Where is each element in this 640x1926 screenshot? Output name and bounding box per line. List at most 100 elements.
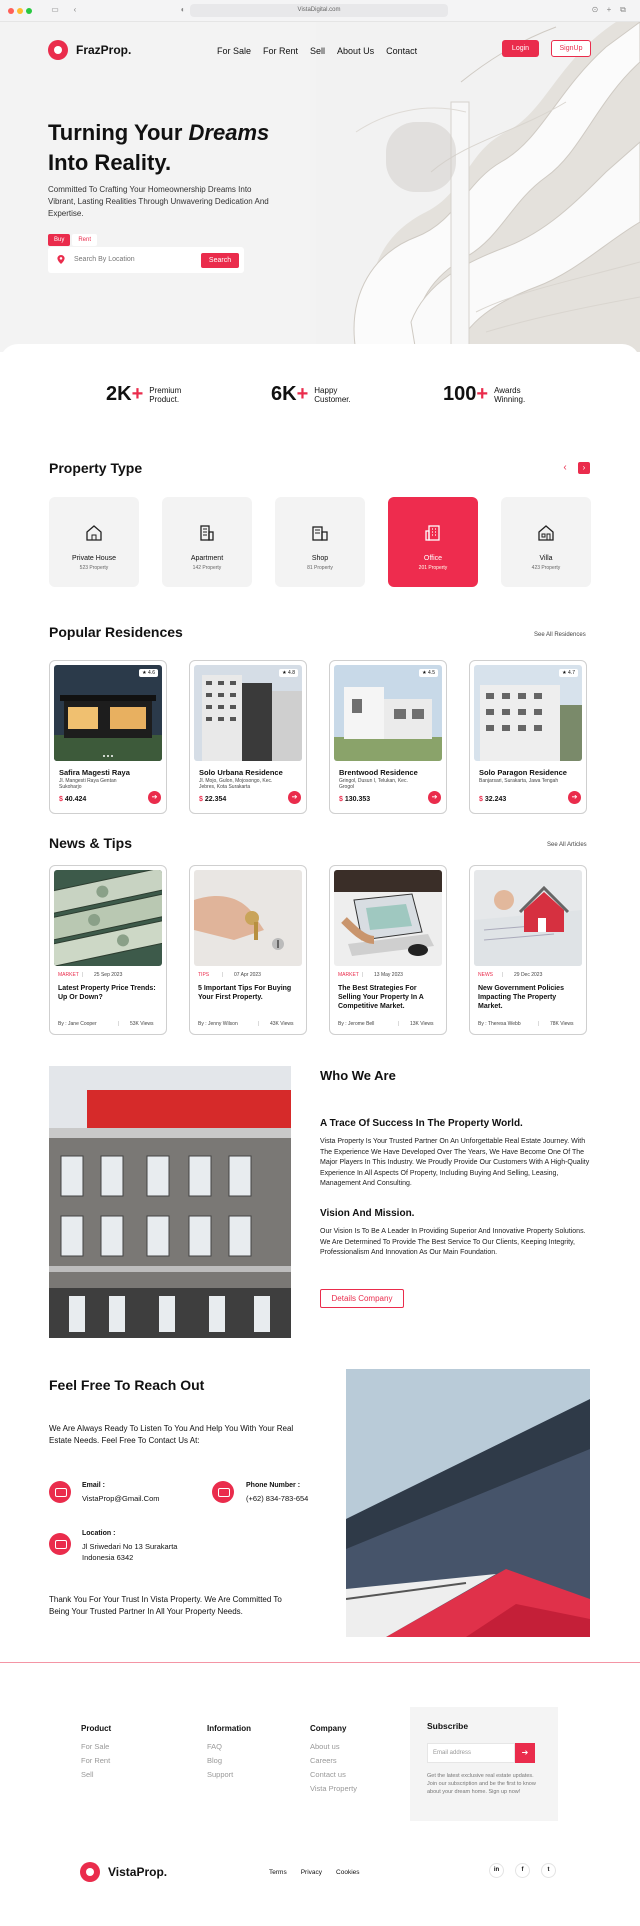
arrow-right-icon[interactable]: ➔	[568, 791, 581, 804]
footer-link[interactable]: Contact us	[310, 1770, 346, 1779]
subscribe-box: Subscribe Email address ➔ Get the latest…	[410, 1707, 558, 1821]
tab-buy[interactable]: Buy	[48, 234, 71, 246]
footer-link[interactable]: Sell	[81, 1770, 94, 1779]
brand-name: FrazProp.	[76, 43, 132, 57]
nav-sell[interactable]: Sell	[310, 46, 325, 56]
footer-link[interactable]: For Sale	[81, 1742, 109, 1751]
footer-link[interactable]: Support	[207, 1770, 233, 1779]
shop-icon	[312, 526, 328, 541]
new-tab-icon[interactable]: +	[604, 5, 614, 15]
phone-label: Phone Number :	[246, 1482, 301, 1489]
hero-building-image	[316, 22, 640, 352]
download-icon[interactable]: ⊙	[590, 5, 600, 15]
see-all-residences-link[interactable]: See All Residences	[534, 632, 586, 638]
property-type-office[interactable]: Office 201 Property	[388, 497, 478, 587]
facebook-icon[interactable]: f	[515, 1863, 530, 1878]
residence-address: Jl. Mangesti Raya Gentan Sukoharjo	[59, 778, 117, 790]
property-type-count: 523 Property	[79, 565, 109, 571]
linkedin-icon[interactable]: in	[489, 1863, 504, 1878]
subscribe-email-input[interactable]: Email address	[427, 1743, 515, 1763]
residence-card[interactable]: ★ 4.6 Safira Magesti Raya Jl. Mangesti R…	[49, 660, 167, 814]
news-card[interactable]: NEWS | 29 Dec 2023 New Government Polici…	[469, 865, 587, 1035]
property-type-count: 201 Property	[418, 565, 448, 571]
subscribe-note: Get the latest exclusive real estate upd…	[427, 1773, 536, 1795]
house-icon	[86, 525, 102, 541]
contact-building-image	[346, 1369, 590, 1637]
terms-link[interactable]: Terms	[269, 1869, 287, 1876]
privacy-link[interactable]: Privacy	[301, 1869, 322, 1876]
property-type-apartment[interactable]: Apartment 142 Property	[162, 497, 252, 587]
news-card[interactable]: MARKET | 13 May 2023 The Best Strategies…	[329, 865, 447, 1035]
nav-contact[interactable]: Contact	[386, 46, 417, 56]
footer-product-title: Product	[81, 1724, 112, 1733]
news-card[interactable]: MARKET | 25 Sep 2023 Latest Property Pri…	[49, 865, 167, 1035]
news-tips-title: News & Tips	[49, 835, 132, 851]
residence-name: Safira Magesti Raya	[59, 768, 130, 777]
residence-address: Banjarsari, Surakarta, Jawa Tengah	[479, 778, 559, 784]
property-type-private-house[interactable]: Private House 523 Property	[49, 497, 139, 587]
tab-rent[interactable]: Rent	[72, 234, 98, 246]
residence-card[interactable]: ★ 4.7 Solo Paragon Residence Banjarsari,…	[469, 660, 587, 814]
back-icon[interactable]: ‹	[70, 5, 80, 15]
residence-card[interactable]: ★ 4.8 Solo Urbana Residence Jl. Mojo, Gu…	[189, 660, 307, 814]
login-button[interactable]: Login	[502, 40, 539, 57]
twitter-icon[interactable]: t	[541, 1863, 556, 1878]
tabs-overview-icon[interactable]: ⧉	[618, 5, 628, 15]
arrow-right-icon[interactable]: ➔	[148, 791, 161, 804]
subscribe-arrow-icon[interactable]: ➔	[515, 1743, 535, 1763]
stat-label: Happy Customer.	[314, 385, 351, 404]
sidebar-icon[interactable]: ▭	[50, 5, 60, 15]
content-sheet	[0, 344, 640, 364]
phone-icon	[212, 1481, 234, 1503]
news-card[interactable]: TIPS | 07 Apr 2023 5 Important Tips For …	[189, 865, 307, 1035]
nav-about-us[interactable]: About Us	[337, 46, 374, 56]
property-type-villa[interactable]: Villa 423 Property	[501, 497, 591, 587]
search-button[interactable]: Search	[201, 253, 239, 268]
signup-button[interactable]: SignUp	[551, 40, 591, 57]
location-label: Location :	[82, 1530, 116, 1537]
arrow-right-icon[interactable]: ➔	[288, 791, 301, 804]
address-bar[interactable]: VistaDigital.com	[190, 4, 448, 17]
footer-link[interactable]: About us	[310, 1742, 340, 1751]
nav-for-rent[interactable]: For Rent	[263, 46, 298, 56]
property-type-shop[interactable]: Shop 81 Property	[275, 497, 365, 587]
news-photo	[334, 870, 442, 966]
news-views: 13K Views	[410, 1021, 434, 1027]
residence-card[interactable]: ★ 4.5 Brentwood Residence Gringol, Dusun…	[329, 660, 447, 814]
maximize-window-dot[interactable]	[26, 8, 32, 14]
minimize-window-dot[interactable]	[17, 8, 23, 14]
arrow-right-icon[interactable]: ➔	[428, 791, 441, 804]
separator: |	[398, 1021, 400, 1027]
property-type-title: Property Type	[49, 460, 143, 476]
main-nav: For Sale For Rent Sell About Us Contact	[217, 46, 417, 56]
listing-tabs: Buy Rent	[48, 234, 98, 246]
footer-link[interactable]: For Rent	[81, 1756, 110, 1765]
footer-link[interactable]: FAQ	[207, 1742, 222, 1751]
residence-photo	[474, 665, 582, 761]
phone-value[interactable]: (+62) 834-783-654	[246, 1493, 308, 1504]
residence-price: $ 130.353	[339, 796, 371, 803]
cookies-link[interactable]: Cookies	[336, 1869, 359, 1876]
details-company-button[interactable]: Details Company	[320, 1289, 404, 1308]
email-value[interactable]: VistaProp@Gmail.Com	[82, 1493, 160, 1504]
legal-links: Terms Privacy Cookies	[269, 1869, 360, 1876]
footer-link[interactable]: Vista Property	[310, 1784, 357, 1793]
rating-badge: ★ 4.6	[139, 669, 158, 677]
footer-divider	[0, 1662, 640, 1663]
property-type-name: Shop	[311, 555, 329, 562]
nav-for-sale[interactable]: For Sale	[217, 46, 251, 56]
prev-arrow-icon[interactable]: ‹	[559, 462, 571, 474]
footer-link[interactable]: Blog	[207, 1756, 222, 1765]
browser-toolbar: ▭ ‹ ◐ VistaDigital.com ⊙ + ⧉	[0, 0, 640, 22]
close-window-dot[interactable]	[8, 8, 14, 14]
hero-title-line2: Into Reality.	[48, 150, 172, 175]
next-arrow-icon[interactable]: ›	[578, 462, 590, 474]
news-author: By : Jane Cooper	[58, 1021, 97, 1027]
brand[interactable]: FrazProp.	[48, 40, 131, 60]
see-all-articles-link[interactable]: See All Articles	[547, 842, 587, 848]
footer-brand[interactable]: VistaProp.	[80, 1862, 167, 1882]
search-input[interactable]: Search By Location	[74, 256, 135, 263]
footer-link[interactable]: Careers	[310, 1756, 337, 1765]
hero-title-part1: Turning Your	[48, 120, 189, 145]
shield-icon: ◐	[180, 5, 186, 14]
